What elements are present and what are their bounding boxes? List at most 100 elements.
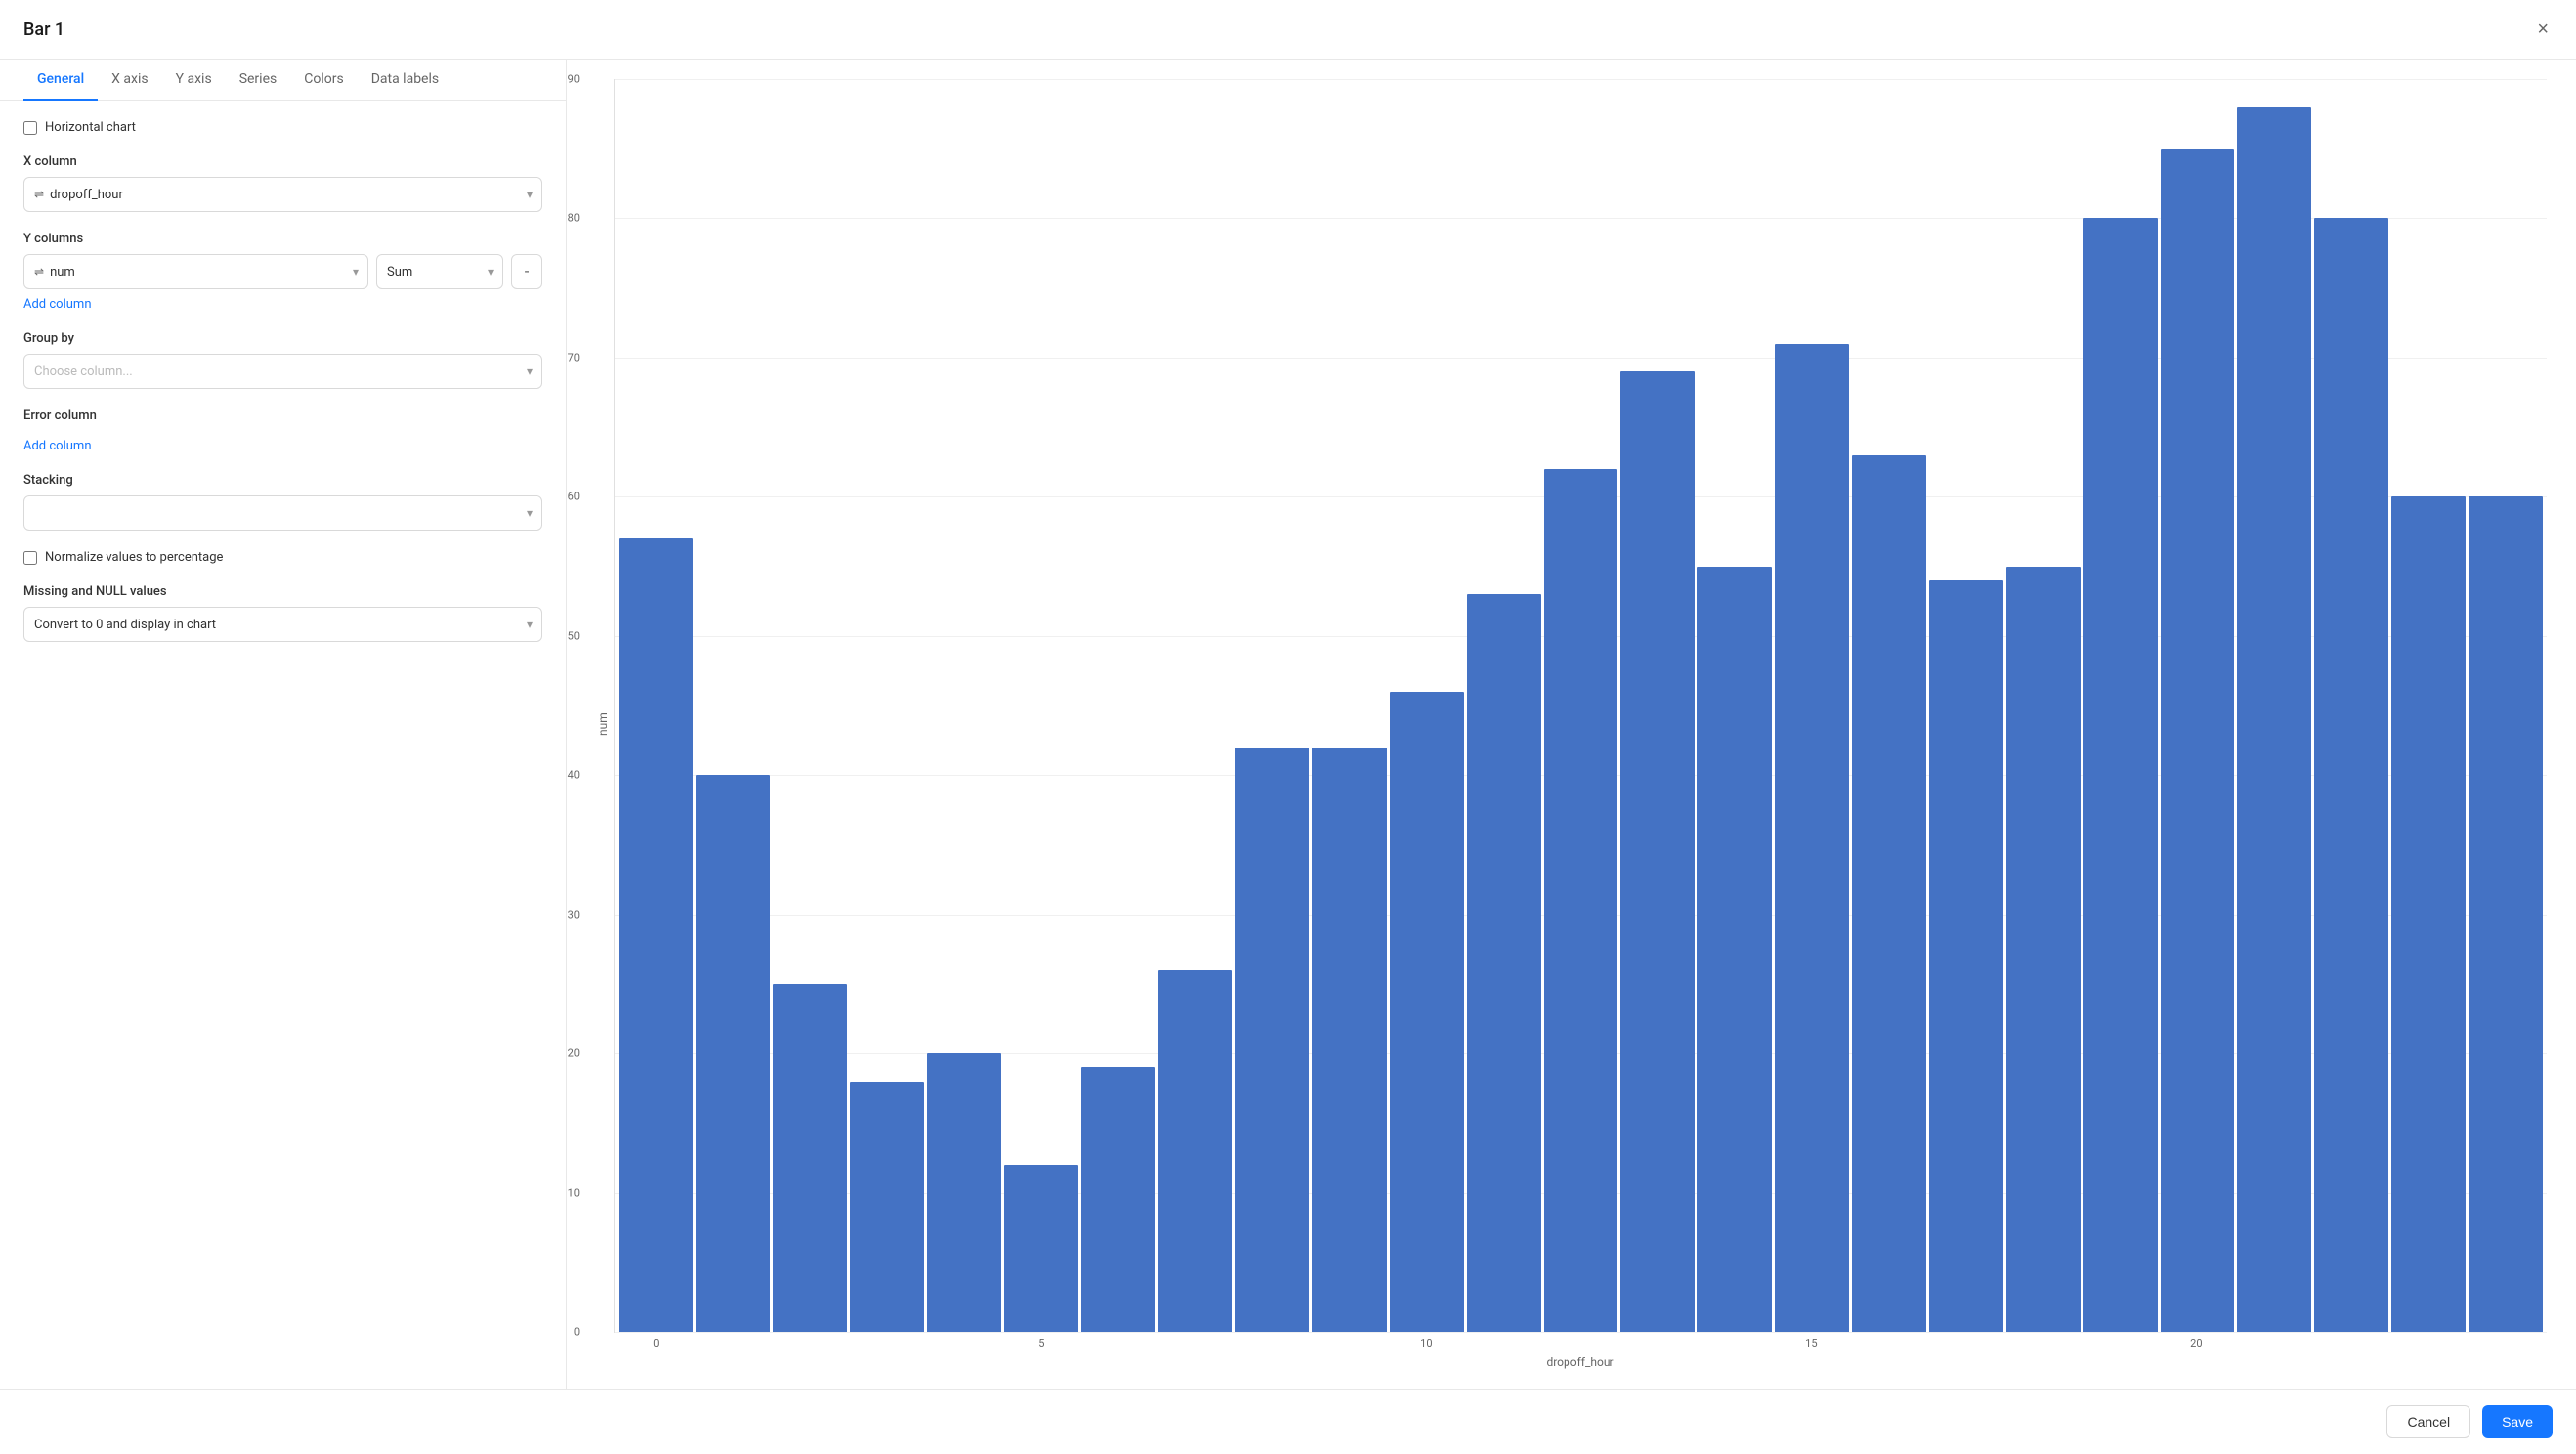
tab-colors[interactable]: Colors bbox=[290, 60, 357, 101]
tab-xaxis[interactable]: X axis bbox=[98, 60, 161, 101]
y-add-column-link[interactable]: Add column bbox=[23, 297, 92, 312]
x-column-section: X column ⇌ dropoff_hour ▾ bbox=[23, 154, 542, 212]
x-tick-label bbox=[695, 1337, 772, 1349]
tab-yaxis[interactable]: Y axis bbox=[162, 60, 226, 101]
x-column-select[interactable]: ⇌ dropoff_hour bbox=[23, 177, 542, 212]
y-tick: 80 bbox=[548, 212, 580, 225]
grid-line bbox=[615, 1332, 2547, 1333]
x-tick-label bbox=[1542, 1337, 1619, 1349]
group-by-select-wrapper: Choose column... ▾ bbox=[23, 354, 542, 389]
bar bbox=[619, 538, 693, 1332]
x-tick-label bbox=[2235, 1337, 2312, 1349]
cancel-button[interactable]: Cancel bbox=[2386, 1405, 2470, 1438]
y-tick: 70 bbox=[548, 351, 580, 364]
bar bbox=[1467, 594, 1541, 1332]
bar bbox=[927, 1053, 1002, 1332]
y-column-value: num bbox=[50, 265, 75, 279]
horizontal-chart-label: Horizontal chart bbox=[45, 120, 136, 135]
chart-area: num 9080706050403020100 05101520 dropoff… bbox=[596, 79, 2547, 1369]
y-column-icon: ⇌ bbox=[34, 265, 44, 278]
x-tick-label: 10 bbox=[1388, 1337, 1465, 1349]
chart-grid: 9080706050403020100 bbox=[614, 79, 2547, 1333]
x-column-select-wrapper: ⇌ dropoff_hour ▾ bbox=[23, 177, 542, 212]
x-tick-label bbox=[1310, 1337, 1388, 1349]
y-column-select[interactable]: ⇌ num bbox=[23, 254, 368, 289]
y-tick: 50 bbox=[548, 629, 580, 642]
main-content: General X axis Y axis Series Colors Data… bbox=[0, 60, 2576, 1389]
x-tick-label bbox=[1465, 1337, 1542, 1349]
y-columns-row: ⇌ num ▾ Sum ▾ - bbox=[23, 254, 542, 289]
error-column-section: Error column Add column bbox=[23, 408, 542, 453]
group-by-section: Group by Choose column... ▾ bbox=[23, 331, 542, 389]
bar bbox=[1390, 692, 1464, 1332]
stacking-label: Stacking bbox=[23, 473, 542, 488]
tab-general[interactable]: General bbox=[23, 60, 98, 101]
normalize-row: Normalize values to percentage bbox=[23, 550, 542, 565]
x-tick-label bbox=[1850, 1337, 1927, 1349]
x-axis-labels: 05101520 bbox=[614, 1333, 2547, 1349]
y-tick: 40 bbox=[548, 769, 580, 782]
y-tick: 60 bbox=[548, 491, 580, 503]
bar bbox=[1929, 580, 2003, 1332]
x-tick-label bbox=[1080, 1337, 1157, 1349]
y-tick: 10 bbox=[548, 1186, 580, 1199]
dialog-footer: Cancel Save bbox=[0, 1389, 2576, 1454]
form-area: Horizontal chart X column ⇌ dropoff_hour… bbox=[0, 101, 566, 1389]
missing-null-value: Convert to 0 and display in chart bbox=[34, 618, 216, 632]
bar bbox=[1235, 748, 1309, 1332]
group-by-label: Group by bbox=[23, 331, 542, 346]
x-tick-label: 20 bbox=[2158, 1337, 2235, 1349]
bar bbox=[2006, 567, 2081, 1332]
y-tick: 0 bbox=[548, 1326, 580, 1339]
dialog-header: Bar 1 × bbox=[0, 0, 2576, 60]
y-aggregate-select[interactable]: Sum bbox=[376, 254, 503, 289]
x-tick-label bbox=[2081, 1337, 2158, 1349]
close-button[interactable]: × bbox=[2533, 16, 2553, 43]
chart-container: num 9080706050403020100 05101520 dropoff… bbox=[596, 79, 2547, 1369]
tab-datalabels[interactable]: Data labels bbox=[358, 60, 452, 101]
y-tick: 90 bbox=[548, 73, 580, 86]
bars-container bbox=[615, 79, 2547, 1332]
bar bbox=[1081, 1067, 1155, 1332]
bar bbox=[773, 984, 847, 1332]
y-remove-button[interactable]: - bbox=[511, 254, 542, 289]
x-tick-label bbox=[1618, 1337, 1696, 1349]
stacking-select[interactable] bbox=[23, 495, 542, 531]
stacking-select-wrapper: ▾ bbox=[23, 495, 542, 531]
y-tick: 30 bbox=[548, 908, 580, 920]
group-by-select[interactable]: Choose column... bbox=[23, 354, 542, 389]
bar bbox=[1004, 1165, 1078, 1332]
horizontal-chart-checkbox[interactable] bbox=[23, 121, 37, 135]
error-add-column-link[interactable]: Add column bbox=[23, 439, 92, 453]
save-button[interactable]: Save bbox=[2482, 1405, 2553, 1438]
x-tick-label bbox=[1233, 1337, 1310, 1349]
bar bbox=[1697, 567, 1772, 1332]
missing-null-select[interactable]: Convert to 0 and display in chart bbox=[23, 607, 542, 642]
error-column-label: Error column bbox=[23, 408, 542, 423]
bar bbox=[2237, 107, 2311, 1333]
y-axis-label: num bbox=[596, 79, 610, 1369]
chart-inner: 9080706050403020100 05101520 dropoff_hou… bbox=[614, 79, 2547, 1369]
bar bbox=[2314, 218, 2388, 1332]
tab-bar: General X axis Y axis Series Colors Data… bbox=[0, 60, 566, 101]
bar bbox=[1312, 748, 1387, 1332]
x-column-label: X column bbox=[23, 154, 542, 169]
x-tick-label bbox=[1157, 1337, 1234, 1349]
bar bbox=[1775, 344, 1849, 1332]
y-aggregate-value: Sum bbox=[387, 265, 412, 279]
bar bbox=[1158, 970, 1232, 1332]
bar bbox=[1620, 371, 1695, 1332]
bar bbox=[850, 1082, 924, 1332]
normalize-checkbox[interactable] bbox=[23, 551, 37, 565]
tab-series[interactable]: Series bbox=[226, 60, 291, 101]
missing-null-label: Missing and NULL values bbox=[23, 584, 542, 599]
y-column-select-wrapper: ⇌ num ▾ bbox=[23, 254, 368, 289]
normalize-label: Normalize values to percentage bbox=[45, 550, 223, 565]
bar bbox=[2391, 496, 2466, 1332]
x-column-icon: ⇌ bbox=[34, 188, 44, 201]
x-tick-label bbox=[2388, 1337, 2466, 1349]
missing-null-section: Missing and NULL values Convert to 0 and… bbox=[23, 584, 542, 642]
stacking-section: Stacking ▾ bbox=[23, 473, 542, 531]
chart-panel: num 9080706050403020100 05101520 dropoff… bbox=[567, 60, 2576, 1389]
dialog-title: Bar 1 bbox=[23, 20, 64, 40]
